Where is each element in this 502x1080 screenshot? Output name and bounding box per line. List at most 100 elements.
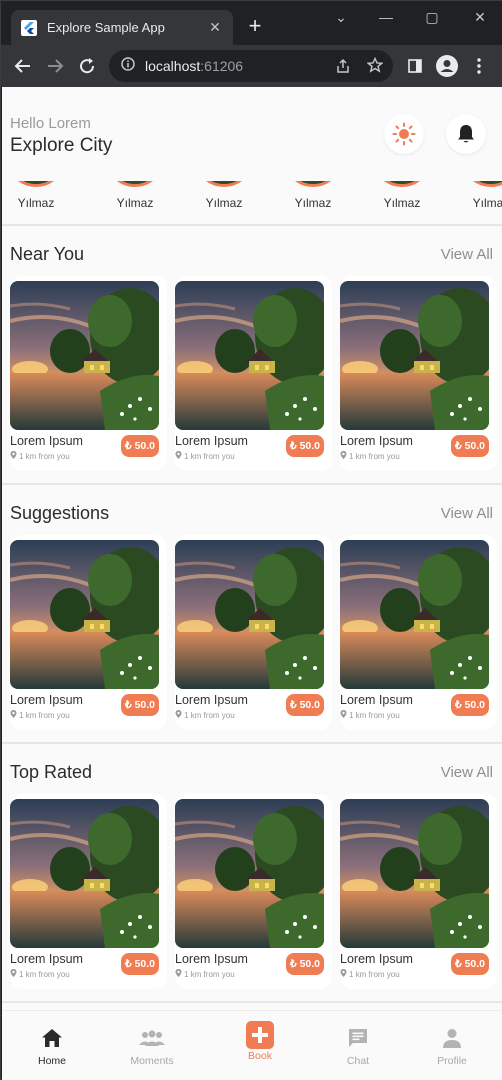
landscape-image — [175, 799, 324, 948]
card-distance: 1 km from you — [10, 451, 70, 461]
divider — [2, 1001, 502, 1003]
story-item[interactable]: Yılmaz — [190, 181, 258, 223]
price-badge: ₺ 50.0 — [451, 435, 489, 457]
notifications-button[interactable] — [446, 114, 486, 154]
place-image — [10, 799, 159, 948]
price-badge: ₺ 50.0 — [286, 694, 324, 716]
distance-text: 1 km from you — [19, 451, 70, 461]
place-card[interactable]: Lorem Ipsum 1 km from you ₺ 50.0 — [340, 535, 497, 730]
arrow-left-icon — [14, 59, 30, 73]
place-image — [10, 540, 159, 689]
reload-button[interactable] — [71, 50, 103, 82]
app-page: Hello Lorem Explore City Yılmaz Yılmaz Y… — [2, 87, 502, 1080]
greeting-text: Hello Lorem — [10, 115, 91, 132]
nav-book[interactable]: Book — [210, 1011, 310, 1080]
profile-avatar-icon[interactable] — [431, 50, 463, 82]
story-item[interactable]: Yılmaz — [457, 181, 502, 223]
card-distance: 1 km from you — [175, 451, 235, 461]
browser-tab[interactable]: Explore Sample App ✕ — [11, 10, 233, 45]
story-name: Yılmaz — [17, 196, 55, 210]
story-avatar — [194, 181, 254, 187]
card-title: Lorem Ipsum — [175, 693, 248, 707]
location-pin-icon — [175, 451, 184, 461]
price-badge: ₺ 50.0 — [121, 953, 159, 975]
place-card[interactable]: Lorem Ipsum 1 km from you ₺ 50.0 — [175, 276, 332, 471]
place-image — [10, 281, 159, 430]
story-item[interactable]: Yılmaz — [101, 181, 169, 223]
distance-text: 1 km from you — [184, 451, 235, 461]
new-tab-button[interactable]: + — [243, 14, 267, 38]
nav-profile[interactable]: Profile — [402, 1011, 502, 1080]
nav-label: Moments — [130, 1055, 174, 1067]
location-pin-icon — [10, 710, 19, 720]
card-distance: 1 km from you — [175, 710, 235, 720]
distance-text: 1 km from you — [19, 710, 70, 720]
price-badge: ₺ 50.0 — [286, 435, 324, 457]
distance-text: 1 km from you — [184, 969, 235, 979]
location-pin-icon — [10, 451, 19, 461]
place-card[interactable]: Lorem Ipsum 1 km from you ₺ 50.0 — [175, 794, 332, 989]
location-pin-icon — [340, 451, 349, 461]
close-window-button[interactable]: ✕ — [465, 5, 495, 29]
place-card[interactable]: Lorem Ipsum 1 km from you ₺ 50.0 — [10, 535, 167, 730]
card-title: Lorem Ipsum — [175, 434, 248, 448]
minimize-button[interactable]: — — [371, 5, 401, 29]
chat-icon — [347, 1027, 369, 1049]
close-tab-icon[interactable]: ✕ — [207, 19, 223, 36]
location-pin-icon — [340, 710, 349, 720]
story-item[interactable]: Yılmaz — [368, 181, 436, 223]
card-distance: 1 km from you — [340, 969, 400, 979]
theme-toggle-button[interactable] — [384, 114, 424, 154]
story-name: Yılmaz — [116, 196, 154, 210]
card-distance: 1 km from you — [340, 451, 400, 461]
view-all-link[interactable]: View All — [441, 505, 493, 522]
section-title: Top Rated — [10, 762, 93, 782]
nav-home[interactable]: Home — [2, 1011, 102, 1080]
distance-text: 1 km from you — [184, 710, 235, 720]
arrow-right-icon — [48, 59, 64, 73]
landscape-image — [10, 540, 159, 689]
plus-box-icon — [246, 1021, 274, 1049]
landscape-image — [340, 799, 489, 948]
card-distance: 1 km from you — [10, 710, 70, 720]
price-badge: ₺ 50.0 — [121, 435, 159, 457]
maximize-button[interactable]: ▢ — [417, 5, 447, 29]
address-bar[interactable]: localhost:61206 — [109, 50, 393, 82]
view-all-link[interactable]: View All — [441, 246, 493, 263]
sun-icon — [392, 122, 416, 146]
card-title: Lorem Ipsum — [340, 434, 413, 448]
location-pin-icon — [175, 710, 184, 720]
view-all-link[interactable]: View All — [441, 764, 493, 781]
more-menu-icon[interactable] — [463, 50, 495, 82]
story-item[interactable]: Yılmaz — [2, 181, 70, 223]
nav-moments[interactable]: Moments — [102, 1011, 202, 1080]
place-card[interactable]: Lorem Ipsum 1 km from you ₺ 50.0 — [340, 794, 497, 989]
side-panel-icon[interactable] — [399, 50, 431, 82]
story-item[interactable]: Yılmaz — [279, 181, 347, 223]
story-name: Yılmaz — [205, 196, 243, 210]
price-badge: ₺ 50.0 — [121, 694, 159, 716]
place-card[interactable]: Lorem Ipsum 1 km from you ₺ 50.0 — [175, 535, 332, 730]
landscape-image — [340, 281, 489, 430]
place-card[interactable]: Lorem Ipsum 1 km from you ₺ 50.0 — [10, 276, 167, 471]
nav-label: Book — [248, 1050, 272, 1062]
section-suggestions: Suggestions View All Lorem Ipsum 1 km fr… — [2, 485, 502, 740]
nav-label: Chat — [346, 1055, 370, 1067]
tab-search-icon[interactable]: ⌄ — [326, 5, 356, 29]
back-button[interactable] — [7, 50, 39, 82]
card-title: Lorem Ipsum — [10, 434, 83, 448]
place-card[interactable]: Lorem Ipsum 1 km from you ₺ 50.0 — [10, 794, 167, 989]
reload-icon — [80, 58, 95, 74]
card-title: Lorem Ipsum — [340, 693, 413, 707]
place-card[interactable]: Lorem Ipsum 1 km from you ₺ 50.0 — [340, 276, 497, 471]
stories-row: Yılmaz Yılmaz Yılmaz Yılmaz Yılmaz Yılma… — [2, 181, 502, 223]
nav-label: Profile — [437, 1055, 467, 1067]
info-icon[interactable] — [121, 56, 135, 76]
star-icon[interactable] — [366, 56, 384, 78]
distance-text: 1 km from you — [349, 969, 400, 979]
nav-chat[interactable]: Chat — [308, 1011, 408, 1080]
location-pin-icon — [340, 969, 349, 979]
forward-button[interactable] — [39, 50, 71, 82]
nav-label: Home — [37, 1055, 66, 1067]
share-icon[interactable] — [335, 58, 351, 79]
